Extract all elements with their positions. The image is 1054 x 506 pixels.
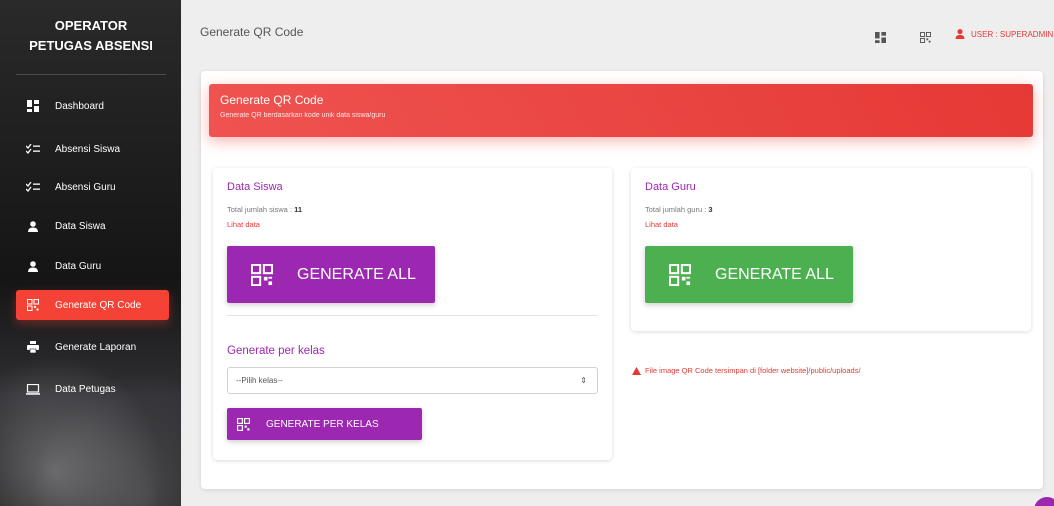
kelas-select-value: --Pilih kelas-- (236, 376, 283, 385)
storage-notice: File image QR Code tersimpan di [folder … (632, 366, 861, 375)
person-icon (955, 29, 965, 39)
header-title: Generate QR Code (220, 93, 324, 107)
siswa-total-label: Total jumlah siswa : (227, 205, 295, 214)
guru-total-value: 3 (708, 205, 713, 214)
sidebar-item-label: Dashboard (55, 100, 104, 112)
person-icon (26, 219, 40, 233)
generate-per-kelas-button[interactable]: GENERATE PER KELAS (227, 408, 422, 440)
person-icon (26, 259, 40, 273)
dashboard-icon (26, 99, 40, 113)
sidebar-item-generate-laporan[interactable]: Generate Laporan (16, 332, 169, 362)
generate-all-siswa-button[interactable]: GENERATE ALL (227, 246, 435, 303)
guru-title: Data Guru (645, 181, 696, 193)
siswa-total: Total jumlah siswa : 11 (227, 205, 302, 214)
sidebar-item-data-guru[interactable]: Data Guru (16, 251, 169, 281)
siswa-title: Data Siswa (227, 181, 283, 193)
dashboard-icon[interactable] (875, 30, 887, 43)
guru-total: Total jumlah guru : 3 (645, 205, 713, 214)
qr-code-icon (26, 298, 40, 312)
checklist-icon (26, 142, 40, 156)
qr-code-icon (668, 263, 692, 286)
guru-view-link[interactable]: Lihat data (645, 220, 678, 229)
qr-code-icon[interactable] (920, 30, 932, 43)
generate-all-label: GENERATE ALL (715, 265, 834, 283)
checklist-icon (26, 180, 40, 194)
generate-all-label: GENERATE ALL (297, 265, 416, 283)
page-title: Generate QR Code (200, 25, 304, 39)
qr-code-icon (236, 417, 251, 431)
sidebar-item-label: Data Petugas (55, 383, 116, 395)
sidebar-item-label: Data Guru (55, 260, 102, 272)
sidebar-item-data-siswa[interactable]: Data Siswa (16, 211, 169, 241)
sidebar-item-data-petugas[interactable]: Data Petugas (16, 374, 169, 404)
siswa-total-value: 11 (294, 205, 303, 214)
header-subtitle: Generate QR berdasarkan kode unik data s… (220, 112, 386, 119)
sidebar-item-generate-qr-code[interactable]: Generate QR Code (16, 290, 169, 320)
printer-icon (26, 340, 40, 354)
sidebar-item-absensi-siswa[interactable]: Absensi Siswa (16, 134, 169, 164)
brand: OPERATOR PETUGAS ABSENSI (16, 16, 166, 56)
sidebar-item-label: Generate QR Code (55, 299, 142, 311)
computer-icon (26, 382, 40, 396)
warning-icon (632, 366, 641, 375)
kelas-select[interactable]: --Pilih kelas-- ⇕ (227, 367, 598, 394)
guru-total-label: Total jumlah guru : (645, 205, 709, 214)
divider (227, 315, 598, 316)
generate-all-guru-button[interactable]: GENERATE ALL (645, 246, 853, 303)
sidebar-item-label: Data Siswa (55, 220, 106, 232)
header-card: Generate QR Code Generate QR berdasarkan… (209, 84, 1033, 137)
siswa-view-link[interactable]: Lihat data (227, 220, 260, 229)
qr-code-icon (250, 263, 274, 286)
storage-notice-text: File image QR Code tersimpan di [folder … (645, 366, 861, 375)
sidebar-item-label: Generate Laporan (55, 341, 137, 353)
sidebar-item-label: Absensi Siswa (55, 143, 121, 155)
user-menu-link[interactable]: USER : SUPERADMIN (955, 29, 1053, 39)
brand-line1: OPERATOR (54, 18, 128, 33)
sidebar: OPERATOR PETUGAS ABSENSI Dashboard Absen… (0, 0, 181, 506)
sidebar-item-absensi-guru[interactable]: Absensi Guru (16, 172, 169, 202)
select-caret-icon: ⇕ (580, 376, 587, 385)
floating-action-button[interactable] (1034, 497, 1054, 506)
sidebar-item-label: Absensi Guru (55, 181, 116, 193)
per-kelas-title: Generate per kelas (227, 345, 325, 357)
user-label: USER : SUPERADMIN (971, 29, 1054, 39)
sidebar-item-dashboard[interactable]: Dashboard (16, 91, 169, 121)
brand-line2: PETUGAS ABSENSI (29, 38, 153, 53)
generate-per-kelas-label: GENERATE PER KELAS (266, 418, 379, 430)
brand-divider (16, 74, 166, 75)
